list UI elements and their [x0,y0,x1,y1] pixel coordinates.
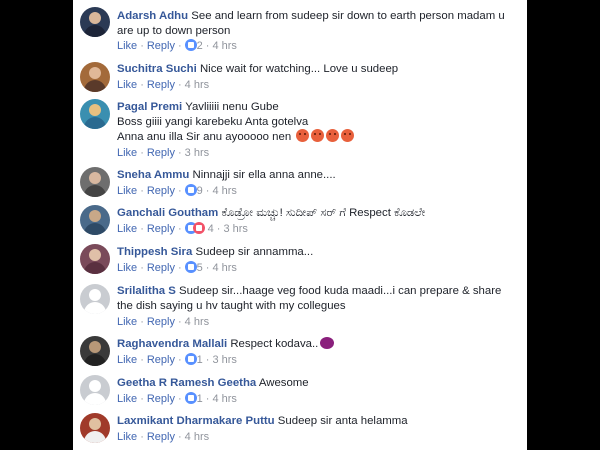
timestamp[interactable]: 3 hrs [223,223,247,235]
comments-panel: Adarsh Adhu See and learn from sudeep si… [73,0,527,450]
avatar[interactable] [80,284,110,314]
reaction-count[interactable]: 1 [197,354,203,366]
love-reaction-icon[interactable] [192,222,205,234]
reaction-count[interactable]: 9 [197,185,203,197]
reply-link[interactable]: Reply [147,79,175,91]
devil-face-icon [320,337,335,349]
commenter-name[interactable]: Geetha R Ramesh Geetha [117,377,256,389]
like-link[interactable]: Like [117,79,137,91]
like-reaction-icon[interactable] [184,39,197,51]
angry-face-icon [311,129,325,142]
avatar[interactable] [80,205,110,235]
avatar[interactable] [80,413,110,443]
timestamp[interactable]: 3 hrs [212,354,236,366]
commenter-name[interactable]: Thippesh Sira [117,246,192,258]
timestamp[interactable]: 4 hrs [212,262,236,274]
like-link[interactable]: Like [117,354,137,366]
commenter-name[interactable]: Raghavendra Mallali [117,338,227,350]
timestamp[interactable]: 4 hrs [212,40,236,52]
avatar[interactable] [80,99,110,129]
reply-link[interactable]: Reply [147,185,175,197]
like-link[interactable]: Like [117,393,137,405]
comment-text: Sudeep sir anta helamma [277,415,408,427]
commenter-name[interactable]: Suchitra Suchi [117,63,197,75]
like-link[interactable]: Like [117,431,137,443]
avatar[interactable] [80,375,110,405]
reply-link[interactable]: Reply [147,147,175,159]
commenter-name[interactable]: Sneha Ammu [117,169,189,181]
commenter-name[interactable]: Laxmikant Dharmakare Puttu [117,415,275,427]
timestamp[interactable]: 4 hrs [185,316,209,328]
like-link[interactable]: Like [117,147,137,159]
angry-face-icon [296,129,310,142]
like-reaction-icon[interactable] [184,353,197,365]
like-link[interactable]: Like [117,223,137,235]
timestamp[interactable]: 4 hrs [185,79,209,91]
reply-link[interactable]: Reply [147,431,175,443]
reaction-count[interactable]: 4 [208,223,214,235]
comment-text: Ninnajji sir ella anna anne.... [192,169,336,181]
comment-text: Sudeep sir annamma... [195,246,314,258]
reply-link[interactable]: Reply [147,40,175,52]
comment-text: ಕೊಡ್ರೋ ಮಚ್ಚು! ಸುದೀಪ್ ಸರ್ ಗೆ Respect ಕೊಡಲ… [221,207,426,219]
like-reaction-icon[interactable] [184,261,197,273]
reaction-count[interactable]: 1 [197,393,203,405]
like-link[interactable]: Like [117,316,137,328]
reply-link[interactable]: Reply [147,354,175,366]
reaction-count[interactable]: 5 [197,262,203,274]
comment-text: Awesome [258,377,309,389]
comment-line: Anna anu illa Sir anu ayooooo nen [117,131,292,143]
angry-face-icon [326,129,340,142]
commenter-name[interactable]: Srilalitha S [117,285,176,297]
avatar[interactable] [80,167,110,197]
reply-link[interactable]: Reply [147,316,175,328]
avatar[interactable] [80,244,110,274]
like-link[interactable]: Like [117,185,137,197]
like-link[interactable]: Like [117,262,137,274]
commenter-name[interactable]: Pagal Premi [117,101,182,113]
timestamp[interactable]: 4 hrs [185,431,209,443]
like-reaction-icon[interactable] [184,184,197,196]
reply-link[interactable]: Reply [147,223,175,235]
comment-text: Nice wait for watching... Love u sudeep [199,63,399,75]
reaction-count[interactable]: 2 [197,40,203,52]
reply-link[interactable]: Reply [147,393,175,405]
timestamp[interactable]: 3 hrs [185,147,209,159]
comment-text: Respect kodava.. [230,338,319,350]
commenter-name[interactable]: Adarsh Adhu [117,10,188,22]
timestamp[interactable]: 4 hrs [212,185,236,197]
avatar[interactable] [80,7,110,37]
commenter-name[interactable]: Ganchali Goutham [117,207,218,219]
like-reaction-icon[interactable] [184,392,197,404]
timestamp[interactable]: 4 hrs [212,393,236,405]
comment-line: Yavliiiii nenu Gube [185,101,279,113]
comment-line: Boss giiii yangi karebeku Anta gotelva [117,115,309,128]
avatar[interactable] [80,336,110,366]
reply-link[interactable]: Reply [147,262,175,274]
avatar[interactable] [80,62,110,92]
like-link[interactable]: Like [117,40,137,52]
angry-face-icon [341,129,355,142]
